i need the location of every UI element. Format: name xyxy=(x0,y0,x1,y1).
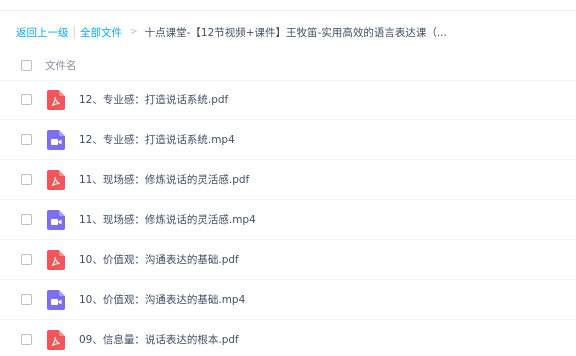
breadcrumb-arrow-icon: > xyxy=(130,27,138,37)
file-checkbox[interactable] xyxy=(21,294,32,305)
file-checkbox[interactable] xyxy=(21,174,32,185)
file-list: 12、专业感：打造说话系统.pdf 12、专业感：打造说话系统.mp4 11、现… xyxy=(0,80,576,356)
video-file-icon xyxy=(47,210,65,230)
pdf-file-icon xyxy=(47,170,65,190)
file-list-header: 文件名 xyxy=(0,52,576,81)
file-row[interactable]: 12、专业感：打造说话系统.mp4 xyxy=(0,120,576,160)
video-file-icon xyxy=(47,290,65,310)
file-row[interactable]: 10、价值观：沟通表达的基础.mp4 xyxy=(0,280,576,320)
file-name[interactable]: 12、专业感：打造说话系统.pdf xyxy=(79,92,228,107)
file-name[interactable]: 12、专业感：打造说话系统.mp4 xyxy=(79,132,235,147)
file-checkbox[interactable] xyxy=(21,214,32,225)
file-checkbox[interactable] xyxy=(21,334,32,345)
breadcrumb-separator: | xyxy=(72,26,77,38)
file-row[interactable]: 11、现场感：修炼说话的灵活感.mp4 xyxy=(0,200,576,240)
file-row[interactable]: 09、信息量：说话表达的根本.pdf xyxy=(0,320,576,356)
filename-column-header[interactable]: 文件名 xyxy=(45,58,77,73)
file-row[interactable]: 12、专业感：打造说话系统.pdf xyxy=(0,80,576,120)
file-row[interactable]: 11、现场感：修炼说话的灵活感.pdf xyxy=(0,160,576,200)
file-name[interactable]: 11、现场感：修炼说话的灵活感.pdf xyxy=(79,172,249,187)
file-name[interactable]: 11、现场感：修炼说话的灵活感.mp4 xyxy=(79,212,256,227)
pdf-file-icon xyxy=(47,330,65,350)
back-link[interactable]: 返回上一级 xyxy=(16,25,69,40)
file-row[interactable]: 10、价值观：沟通表达的基础.pdf xyxy=(0,240,576,280)
top-divider xyxy=(0,10,576,11)
file-checkbox[interactable] xyxy=(21,94,32,105)
file-name[interactable]: 09、信息量：说话表达的根本.pdf xyxy=(79,332,239,347)
pdf-file-icon xyxy=(47,250,65,270)
file-checkbox[interactable] xyxy=(21,134,32,145)
file-name[interactable]: 10、价值观：沟通表达的基础.pdf xyxy=(79,252,239,267)
file-checkbox[interactable] xyxy=(21,254,32,265)
pdf-file-icon xyxy=(47,90,65,110)
current-folder-name: 十点课堂-【12节视频+课件】王牧笛-实用高效的语言表达课（... xyxy=(144,26,447,39)
select-all-checkbox[interactable] xyxy=(21,60,32,71)
file-name[interactable]: 10、价值观：沟通表达的基础.mp4 xyxy=(79,292,245,307)
video-file-icon xyxy=(47,130,65,150)
file-browser: 返回上一级 | 全部文件 > 十点课堂-【12节视频+课件】王牧笛-实用高效的语… xyxy=(0,0,576,356)
all-files-link[interactable]: 全部文件 xyxy=(80,25,122,40)
breadcrumb: 返回上一级 | 全部文件 > 十点课堂-【12节视频+课件】王牧笛-实用高效的语… xyxy=(16,24,447,40)
